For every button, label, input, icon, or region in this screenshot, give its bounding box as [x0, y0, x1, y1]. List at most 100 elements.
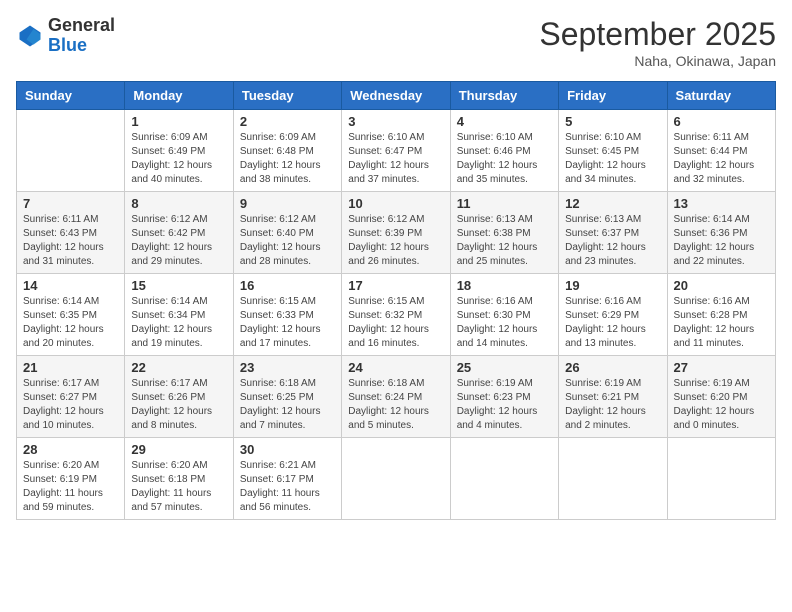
page-header: General Blue September 2025 Naha, Okinaw…	[16, 16, 776, 69]
weekday-header: Friday	[559, 82, 667, 110]
day-info: Sunrise: 6:11 AMSunset: 6:44 PMDaylight:…	[674, 131, 769, 187]
calendar-cell: 22Sunrise: 6:17 AMSunset: 6:26 PMDayligh…	[125, 356, 233, 438]
day-info: Sunrise: 6:17 AMSunset: 6:26 PMDaylight:…	[131, 377, 226, 433]
day-number: 6	[674, 114, 769, 129]
day-number: 20	[674, 278, 769, 293]
day-info: Sunrise: 6:09 AMSunset: 6:48 PMDaylight:…	[240, 131, 335, 187]
day-number: 27	[674, 360, 769, 375]
calendar-cell: 5 Sunrise: 6:10 AMSunset: 6:45 PMDaylight…	[559, 110, 667, 192]
day-number: 10	[348, 196, 443, 211]
logo: General Blue	[16, 16, 115, 56]
day-number: 26	[565, 360, 660, 375]
logo-text: General Blue	[48, 16, 115, 56]
day-info: Sunrise: 6:14 AMSunset: 6:34 PMDaylight:…	[131, 295, 226, 351]
day-info: Sunrise: 6:12 AMSunset: 6:42 PMDaylight:…	[131, 213, 226, 269]
calendar-cell: 7 Sunrise: 6:11 AMSunset: 6:43 PMDaylight…	[17, 192, 125, 274]
day-number: 11	[457, 196, 552, 211]
day-number: 3	[348, 114, 443, 129]
calendar-week-row: 1Sunrise: 6:09 AMSunset: 6:49 PMDaylight…	[17, 110, 776, 192]
calendar-cell: 10 Sunrise: 6:12 AMSunset: 6:39 PMDayligh…	[342, 192, 450, 274]
calendar-cell: 12 Sunrise: 6:13 AMSunset: 6:37 PMDayligh…	[559, 192, 667, 274]
logo-icon	[16, 22, 44, 50]
day-number: 25	[457, 360, 552, 375]
weekday-header: Saturday	[667, 82, 775, 110]
day-info: Sunrise: 6:21 AMSunset: 6:17 PMDaylight:…	[240, 459, 335, 515]
day-number: 16	[240, 278, 335, 293]
calendar-cell: 14Sunrise: 6:14 AMSunset: 6:35 PMDayligh…	[17, 274, 125, 356]
calendar-week-row: 7 Sunrise: 6:11 AMSunset: 6:43 PMDaylight…	[17, 192, 776, 274]
calendar-cell: 18 Sunrise: 6:16 AMSunset: 6:30 PMDayligh…	[450, 274, 558, 356]
day-info: Sunrise: 6:11 AMSunset: 6:43 PMDaylight:…	[23, 213, 118, 269]
calendar-cell: 15 Sunrise: 6:14 AMSunset: 6:34 PMDayligh…	[125, 274, 233, 356]
day-number: 8	[131, 196, 226, 211]
day-number: 7	[23, 196, 118, 211]
month-title: September 2025	[539, 16, 776, 53]
day-info: Sunrise: 6:18 AMSunset: 6:25 PMDaylight:…	[240, 377, 335, 433]
day-info: Sunrise: 6:15 AMSunset: 6:33 PMDaylight:…	[240, 295, 335, 351]
calendar-cell: 24Sunrise: 6:18 AMSunset: 6:24 PMDayligh…	[342, 356, 450, 438]
calendar-cell: 29Sunrise: 6:20 AMSunset: 6:18 PMDayligh…	[125, 438, 233, 520]
calendar-cell	[667, 438, 775, 520]
weekday-header: Sunday	[17, 82, 125, 110]
day-number: 30	[240, 442, 335, 457]
logo-blue-text: Blue	[48, 35, 87, 55]
day-info: Sunrise: 6:12 AMSunset: 6:40 PMDaylight:…	[240, 213, 335, 269]
day-number: 5	[565, 114, 660, 129]
day-number: 24	[348, 360, 443, 375]
day-info: Sunrise: 6:13 AMSunset: 6:37 PMDaylight:…	[565, 213, 660, 269]
calendar-cell: 2 Sunrise: 6:09 AMSunset: 6:48 PMDaylight…	[233, 110, 341, 192]
day-number: 18	[457, 278, 552, 293]
title-block: September 2025 Naha, Okinawa, Japan	[539, 16, 776, 69]
day-info: Sunrise: 6:14 AMSunset: 6:36 PMDaylight:…	[674, 213, 769, 269]
day-info: Sunrise: 6:19 AMSunset: 6:23 PMDaylight:…	[457, 377, 552, 433]
calendar-cell: 28 Sunrise: 6:20 AMSunset: 6:19 PMDayligh…	[17, 438, 125, 520]
calendar-week-row: 14Sunrise: 6:14 AMSunset: 6:35 PMDayligh…	[17, 274, 776, 356]
day-info: Sunrise: 6:20 AMSunset: 6:19 PMDaylight:…	[23, 459, 118, 515]
day-number: 17	[348, 278, 443, 293]
day-number: 28	[23, 442, 118, 457]
day-info: Sunrise: 6:12 AMSunset: 6:39 PMDaylight:…	[348, 213, 443, 269]
day-info: Sunrise: 6:19 AMSunset: 6:21 PMDaylight:…	[565, 377, 660, 433]
calendar-cell: 20Sunrise: 6:16 AMSunset: 6:28 PMDayligh…	[667, 274, 775, 356]
weekday-header: Thursday	[450, 82, 558, 110]
calendar-cell: 23 Sunrise: 6:18 AMSunset: 6:25 PMDayligh…	[233, 356, 341, 438]
calendar-cell: 8 Sunrise: 6:12 AMSunset: 6:42 PMDaylight…	[125, 192, 233, 274]
calendar-cell: 21Sunrise: 6:17 AMSunset: 6:27 PMDayligh…	[17, 356, 125, 438]
calendar-cell: 6 Sunrise: 6:11 AMSunset: 6:44 PMDaylight…	[667, 110, 775, 192]
day-info: Sunrise: 6:16 AMSunset: 6:30 PMDaylight:…	[457, 295, 552, 351]
day-number: 12	[565, 196, 660, 211]
weekday-header: Monday	[125, 82, 233, 110]
weekday-header: Wednesday	[342, 82, 450, 110]
day-number: 23	[240, 360, 335, 375]
day-info: Sunrise: 6:09 AMSunset: 6:49 PMDaylight:…	[131, 131, 226, 187]
calendar-cell: 16 Sunrise: 6:15 AMSunset: 6:33 PMDayligh…	[233, 274, 341, 356]
day-number: 15	[131, 278, 226, 293]
calendar-week-row: 21Sunrise: 6:17 AMSunset: 6:27 PMDayligh…	[17, 356, 776, 438]
calendar-cell: 25 Sunrise: 6:19 AMSunset: 6:23 PMDayligh…	[450, 356, 558, 438]
calendar-cell	[559, 438, 667, 520]
calendar-cell	[450, 438, 558, 520]
calendar-cell: 3 Sunrise: 6:10 AMSunset: 6:47 PMDaylight…	[342, 110, 450, 192]
day-number: 13	[674, 196, 769, 211]
calendar-cell: 19Sunrise: 6:16 AMSunset: 6:29 PMDayligh…	[559, 274, 667, 356]
day-info: Sunrise: 6:10 AMSunset: 6:46 PMDaylight:…	[457, 131, 552, 187]
day-info: Sunrise: 6:15 AMSunset: 6:32 PMDaylight:…	[348, 295, 443, 351]
logo-general-text: General	[48, 15, 115, 35]
calendar-cell: 17 Sunrise: 6:15 AMSunset: 6:32 PMDayligh…	[342, 274, 450, 356]
calendar-cell: 4 Sunrise: 6:10 AMSunset: 6:46 PMDaylight…	[450, 110, 558, 192]
calendar-cell: 26 Sunrise: 6:19 AMSunset: 6:21 PMDayligh…	[559, 356, 667, 438]
calendar-table: SundayMondayTuesdayWednesdayThursdayFrid…	[16, 81, 776, 520]
calendar-cell: 30 Sunrise: 6:21 AMSunset: 6:17 PMDayligh…	[233, 438, 341, 520]
day-info: Sunrise: 6:10 AMSunset: 6:45 PMDaylight:…	[565, 131, 660, 187]
day-info: Sunrise: 6:19 AMSunset: 6:20 PMDaylight:…	[674, 377, 769, 433]
day-info: Sunrise: 6:10 AMSunset: 6:47 PMDaylight:…	[348, 131, 443, 187]
day-number: 4	[457, 114, 552, 129]
calendar-cell: 1Sunrise: 6:09 AMSunset: 6:49 PMDaylight…	[125, 110, 233, 192]
day-number: 2	[240, 114, 335, 129]
calendar-cell	[342, 438, 450, 520]
location: Naha, Okinawa, Japan	[539, 53, 776, 69]
calendar-header-row: SundayMondayTuesdayWednesdayThursdayFrid…	[17, 82, 776, 110]
day-info: Sunrise: 6:16 AMSunset: 6:29 PMDaylight:…	[565, 295, 660, 351]
calendar-cell: 9Sunrise: 6:12 AMSunset: 6:40 PMDaylight…	[233, 192, 341, 274]
day-info: Sunrise: 6:20 AMSunset: 6:18 PMDaylight:…	[131, 459, 226, 515]
